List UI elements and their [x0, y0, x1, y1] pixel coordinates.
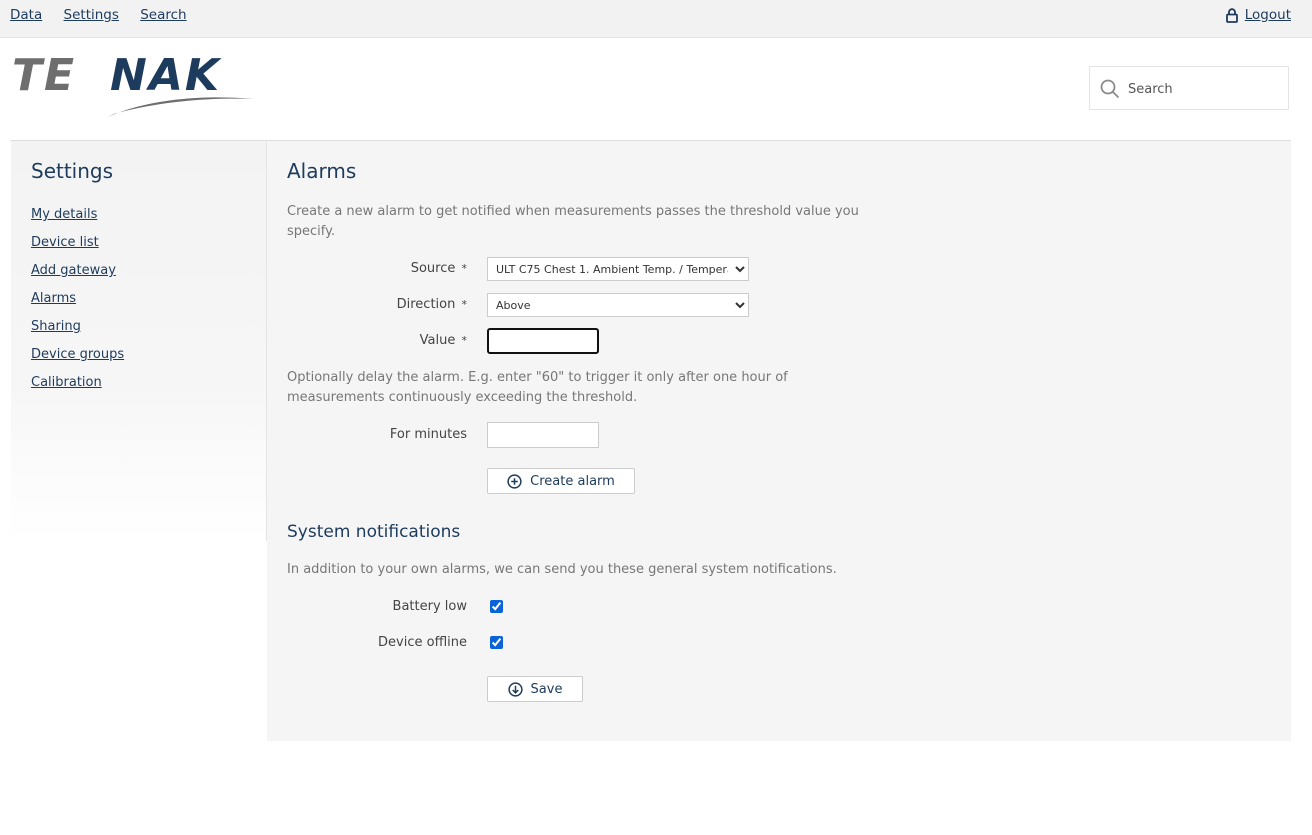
delay-description: Optionally delay the alarm. E.g. enter "… [287, 370, 788, 405]
value-label: Value * [420, 333, 467, 348]
svg-text:TE: TE [12, 54, 76, 101]
direction-label: Direction * [397, 297, 467, 312]
sidebar-title: Settings [31, 159, 114, 183]
settings-main: Alarms Create a new alarm to get notifie… [267, 141, 1291, 741]
top-bar: Data Settings Search Logout [0, 0, 1312, 38]
search-input[interactable] [1126, 77, 1280, 101]
logo-image: TE NAK [12, 50, 254, 120]
sidebar-link-my-details[interactable]: My details [31, 207, 97, 222]
required-mark: * [461, 298, 468, 311]
settings-sidebar: Settings My details Device list Add gate… [11, 141, 267, 541]
logout-area[interactable]: Logout [1225, 7, 1291, 23]
sidebar-link-sharing[interactable]: Sharing [31, 319, 81, 334]
sidebar-link-device-list[interactable]: Device list [31, 235, 99, 250]
direction-select[interactable]: Above [487, 293, 749, 317]
create-alarm-label: Create alarm [530, 473, 615, 489]
source-label: Source * [411, 261, 467, 276]
logout-link[interactable]: Logout [1245, 7, 1291, 23]
save-button[interactable]: Save [487, 676, 583, 702]
alarms-title: Alarms [287, 159, 357, 183]
tenak-logo[interactable]: TE NAK [10, 50, 268, 122]
sidebar-item-my-details: My details [31, 207, 124, 235]
nav-link-data[interactable]: Data [10, 7, 42, 23]
sidebar-item-sharing: Sharing [31, 319, 124, 347]
device-offline-label: Device offline [378, 635, 467, 650]
sidebar-item-add-gateway: Add gateway [31, 263, 124, 291]
source-select[interactable]: ULT C75 Chest 1. Ambient Temp. / Tempera… [487, 257, 749, 281]
sidebar-link-add-gateway[interactable]: Add gateway [31, 263, 116, 278]
top-nav: Data Settings Search [10, 7, 204, 23]
nav-link-search[interactable]: Search [140, 7, 186, 23]
save-label: Save [530, 681, 563, 697]
plus-circle-icon [507, 473, 522, 489]
value-input[interactable] [487, 328, 599, 354]
svg-text:NAK: NAK [110, 54, 222, 101]
source-label-text: Source [410, 261, 456, 276]
required-mark: * [461, 334, 468, 347]
battery-low-checkbox[interactable] [490, 600, 503, 613]
value-label-text: Value [419, 333, 456, 348]
for-minutes-label: For minutes [389, 427, 467, 442]
system-notifications-description: In addition to your own alarms, we can s… [287, 562, 837, 577]
system-notifications-title: System notifications [287, 522, 461, 542]
direction-label-text: Direction [396, 297, 456, 312]
sidebar-link-calibration[interactable]: Calibration [31, 375, 102, 390]
search-icon [1100, 79, 1120, 99]
for-minutes-input[interactable] [487, 422, 599, 448]
lock-icon [1225, 7, 1238, 23]
sidebar-item-device-groups: Device groups [31, 347, 124, 375]
sidebar-link-alarms[interactable]: Alarms [31, 291, 76, 306]
sidebar-item-device-list: Device list [31, 235, 124, 263]
nav-link-settings[interactable]: Settings [64, 7, 119, 23]
sidebar-link-device-groups[interactable]: Device groups [31, 347, 124, 362]
battery-low-label: Battery low [392, 599, 467, 614]
search-box[interactable] [1089, 66, 1289, 110]
sidebar-item-alarms: Alarms [31, 291, 124, 319]
required-mark: * [461, 262, 468, 275]
sidebar-menu: My details Device list Add gateway Alarm… [31, 207, 124, 403]
create-alarm-button[interactable]: Create alarm [487, 468, 635, 494]
device-offline-checkbox[interactable] [490, 636, 503, 649]
arrow-down-circle-icon [507, 681, 523, 697]
alarms-description: Create a new alarm to get notified when … [287, 204, 859, 239]
sidebar-item-calibration: Calibration [31, 375, 124, 403]
